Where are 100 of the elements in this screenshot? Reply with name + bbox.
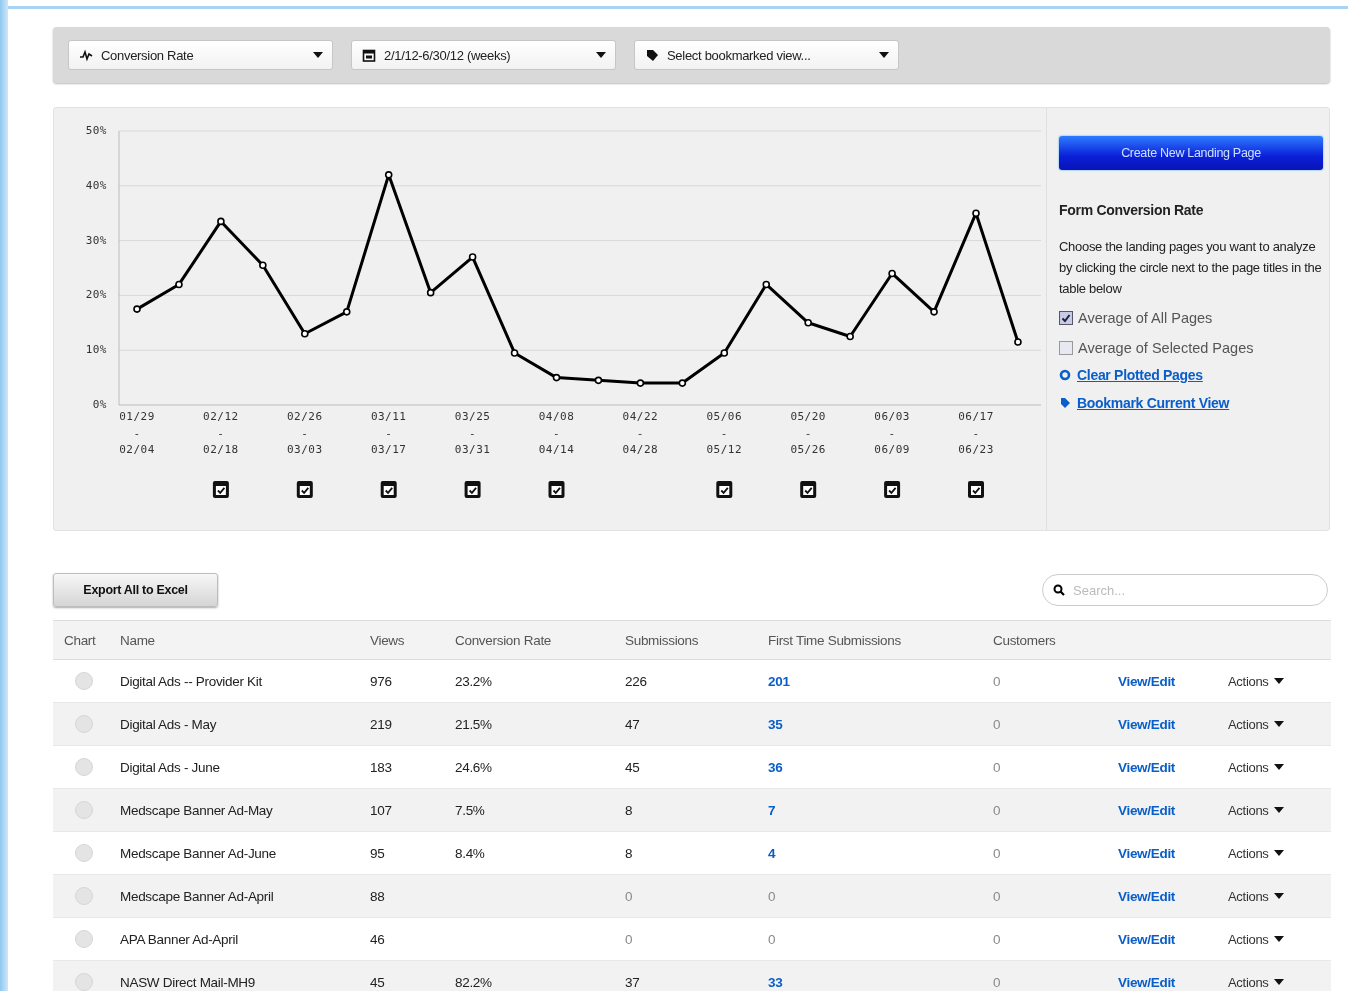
- data-point[interactable]: [1014, 338, 1022, 346]
- checkbox[interactable]: [1059, 311, 1073, 325]
- actions-menu[interactable]: Actions: [1228, 673, 1284, 689]
- table-cell: 0: [993, 974, 1001, 990]
- data-point[interactable]: [510, 349, 519, 357]
- calendar-check-icon[interactable]: [548, 481, 565, 498]
- view-edit-link[interactable]: View/Edit: [1118, 931, 1176, 947]
- calendar-check-icon[interactable]: [212, 481, 229, 498]
- radio-button[interactable]: [75, 672, 93, 690]
- actions-menu[interactable]: Actions: [1228, 888, 1284, 904]
- view-edit-link[interactable]: View/Edit: [1118, 888, 1176, 904]
- calendar-check-icon[interactable]: [800, 481, 817, 498]
- data-point[interactable]: [762, 280, 771, 289]
- data-point[interactable]: [552, 373, 561, 382]
- data-point[interactable]: [133, 305, 141, 313]
- calendar-check-icon[interactable]: [296, 481, 313, 498]
- radio-button[interactable]: [75, 887, 93, 905]
- radio-button[interactable]: [75, 801, 93, 819]
- data-point[interactable]: [804, 319, 812, 327]
- column-header: First Time Submissions: [768, 620, 993, 660]
- calendar-check-icon[interactable]: [464, 481, 481, 498]
- tag-icon: [1059, 397, 1071, 409]
- table-cell: 8.4%: [455, 831, 625, 875]
- column-header: Customers: [993, 620, 1118, 660]
- data-point[interactable]: [426, 288, 435, 297]
- link[interactable]: Clear Plotted Pages: [1077, 367, 1203, 383]
- table-cell: 37: [625, 974, 640, 990]
- radio-button[interactable]: [75, 715, 93, 733]
- search-field[interactable]: Search...: [1042, 574, 1328, 606]
- table-cell: 23.2%: [455, 659, 625, 703]
- view-edit-link[interactable]: View/Edit: [1118, 802, 1176, 818]
- axis-label: 02/26 - 03/03: [287, 410, 323, 456]
- data-point[interactable]: [342, 308, 351, 316]
- calendar-check-icon[interactable]: [884, 481, 901, 498]
- axis-label: 06/17 - 06/23: [958, 410, 994, 456]
- data-point[interactable]: [720, 349, 729, 357]
- create-button[interactable]: Create New Landing Page: [1059, 136, 1323, 170]
- count-link[interactable]: 33: [768, 974, 783, 990]
- radio-button[interactable]: [75, 930, 93, 948]
- data-point[interactable]: [888, 269, 896, 278]
- axis-label: 05/06 - 05/12: [706, 410, 743, 456]
- checkbox[interactable]: [1059, 341, 1073, 355]
- table-cell: 45: [370, 960, 455, 991]
- count-link[interactable]: 35: [768, 716, 783, 732]
- view-edit-link[interactable]: View/Edit: [1118, 845, 1176, 861]
- data-point[interactable]: [301, 329, 309, 338]
- table-cell: 46: [370, 917, 455, 961]
- caret-icon: [1273, 979, 1284, 985]
- view-edit-link[interactable]: View/Edit: [1118, 716, 1176, 732]
- view-edit-link[interactable]: View/Edit: [1118, 759, 1176, 775]
- table-cell: 0: [993, 845, 1001, 861]
- data-point[interactable]: [594, 376, 603, 385]
- data-point[interactable]: [384, 171, 393, 179]
- search-icon: [1053, 584, 1065, 596]
- dropdown[interactable]: Conversion Rate: [68, 40, 333, 70]
- axis-label: 03/11 - 03/17: [370, 410, 407, 456]
- calendar-check-icon[interactable]: [380, 481, 397, 498]
- dropdown[interactable]: Select bookmarked view...: [634, 40, 899, 70]
- table-cell: 0: [993, 888, 1001, 904]
- caret-icon: [313, 52, 323, 58]
- axis-label: 05/20 - 05/26: [790, 410, 826, 456]
- caret-icon: [879, 52, 889, 58]
- export-button[interactable]: Export All to Excel: [53, 573, 218, 607]
- actions-menu[interactable]: Actions: [1228, 931, 1284, 947]
- axis-label: 40%: [85, 178, 107, 192]
- table-cell: 7.5%: [455, 788, 625, 832]
- caret-icon: [596, 52, 606, 58]
- actions-menu[interactable]: Actions: [1228, 759, 1284, 775]
- data-point[interactable]: [846, 332, 854, 341]
- calendar-icon: [362, 48, 376, 62]
- table-cell: 0: [993, 802, 1001, 818]
- data-point[interactable]: [636, 379, 645, 387]
- dropdown[interactable]: 2/1/12-6/30/12 (weeks): [351, 40, 616, 70]
- caret-icon: [1273, 764, 1284, 770]
- data-point[interactable]: [972, 209, 980, 217]
- data-point[interactable]: [259, 261, 267, 270]
- actions-menu[interactable]: Actions: [1228, 716, 1284, 732]
- view-edit-link[interactable]: View/Edit: [1118, 673, 1176, 689]
- count-link[interactable]: 7: [768, 802, 776, 818]
- table-cell: 0: [993, 931, 1001, 947]
- data-point[interactable]: [175, 280, 183, 289]
- link[interactable]: Bookmark Current View: [1077, 395, 1230, 411]
- actions-menu[interactable]: Actions: [1228, 845, 1284, 861]
- radio-button[interactable]: [75, 844, 93, 862]
- radio-button[interactable]: [75, 973, 93, 991]
- axis-label: 03/25 - 03/31: [454, 410, 491, 456]
- actions-menu[interactable]: Actions: [1228, 802, 1284, 818]
- table-cell: 0: [993, 673, 1001, 689]
- count-link[interactable]: 4: [768, 845, 776, 861]
- data-point[interactable]: [678, 379, 687, 387]
- table-cell: Digital Ads - May: [120, 702, 370, 746]
- calendar-check-icon[interactable]: [968, 481, 984, 498]
- count-link[interactable]: 36: [768, 759, 783, 775]
- data-point[interactable]: [930, 308, 938, 316]
- panel-title: Form Conversion Rate: [1059, 202, 1205, 218]
- count-link[interactable]: 201: [768, 673, 790, 689]
- data-point[interactable]: [468, 253, 477, 261]
- radio-button[interactable]: [75, 758, 93, 776]
- calendar-check-icon[interactable]: [716, 481, 733, 498]
- data-point[interactable]: [217, 217, 225, 226]
